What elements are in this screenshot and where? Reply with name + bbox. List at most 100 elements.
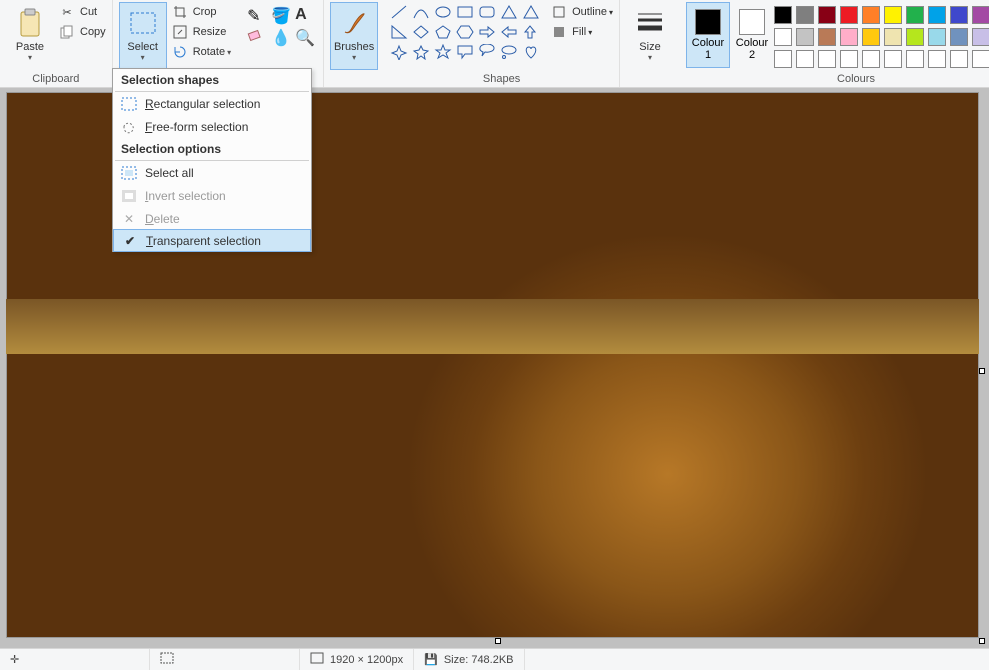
select-dropdown: Selection shapes Rectangular selection F… — [112, 68, 312, 252]
palette-swatch[interactable] — [774, 50, 792, 68]
shape-callout-rect[interactable] — [456, 44, 474, 60]
palette-swatch[interactable] — [774, 6, 792, 24]
shape-hexagon[interactable] — [456, 24, 474, 40]
selection-icon — [127, 7, 159, 39]
crop-button[interactable]: Crop — [171, 2, 231, 22]
shape-oval[interactable] — [434, 4, 452, 20]
colour1-label: Colour 1 — [692, 37, 724, 61]
palette-swatch[interactable] — [796, 6, 814, 24]
bucket-tool[interactable]: 🪣 — [271, 6, 293, 26]
check-icon: ✔ — [120, 232, 140, 250]
picker-tool[interactable]: 💧 — [271, 28, 293, 48]
shape-line[interactable] — [390, 4, 408, 20]
palette-swatch[interactable] — [796, 50, 814, 68]
outline-button[interactable]: Outline ▾ — [550, 2, 613, 22]
fill-button[interactable]: Fill ▾ — [550, 22, 613, 42]
palette-swatch[interactable] — [972, 28, 989, 46]
palette-swatch[interactable] — [884, 50, 902, 68]
shape-curve[interactable] — [412, 4, 430, 20]
brushes-button[interactable]: Brushes ▾ — [330, 2, 378, 70]
palette-swatch[interactable] — [818, 6, 836, 24]
shape-diamond[interactable] — [412, 24, 430, 40]
group-brushes: Brushes ▾ — [324, 0, 384, 87]
group-shapes-label: Shapes — [390, 73, 613, 87]
shape-star4[interactable] — [390, 44, 408, 60]
palette-swatch[interactable] — [862, 28, 880, 46]
crop-icon — [171, 3, 189, 21]
palette-swatch[interactable] — [950, 50, 968, 68]
shape-arrow-r[interactable] — [478, 24, 496, 40]
palette-swatch[interactable] — [774, 28, 792, 46]
menu-transparent-selection[interactable]: ✔ Transparent selection — [113, 229, 311, 252]
chevron-down-icon: ▾ — [588, 28, 592, 37]
menu-rectangular-selection[interactable]: Rectangular selection — [113, 92, 311, 115]
colour2-button[interactable]: Colour 2 — [730, 2, 774, 68]
palette-swatch[interactable] — [862, 50, 880, 68]
shape-triangle[interactable] — [522, 4, 540, 20]
menu-invert-selection: Invert selection — [113, 184, 311, 207]
shape-right-tri[interactable] — [390, 24, 408, 40]
resize-handle-bottom[interactable] — [495, 638, 501, 644]
palette-swatch[interactable] — [840, 6, 858, 24]
text-tool[interactable]: A — [295, 6, 317, 26]
copy-button[interactable]: Copy — [58, 22, 106, 42]
palette-swatch[interactable] — [840, 50, 858, 68]
palette-swatch[interactable] — [972, 6, 989, 24]
size-label: Size — [639, 41, 660, 53]
resize-button[interactable]: Resize — [171, 22, 231, 42]
menu-delete: ✕ Delete — [113, 207, 311, 230]
palette-swatch[interactable] — [950, 6, 968, 24]
palette-swatch[interactable] — [928, 50, 946, 68]
chevron-down-icon: ▾ — [28, 53, 32, 62]
palette-swatch[interactable] — [950, 28, 968, 46]
palette-swatch[interactable] — [818, 28, 836, 46]
size-button[interactable]: Size ▾ — [626, 2, 674, 70]
status-cursor-position: ✛ — [0, 649, 150, 670]
eraser-tool[interactable] — [247, 28, 269, 48]
dimensions-icon — [310, 652, 324, 667]
clipboard-icon — [14, 7, 46, 39]
rotate-button[interactable]: Rotate ▾ — [171, 42, 231, 62]
palette-swatch[interactable] — [862, 6, 880, 24]
shape-callout-cloud[interactable] — [500, 44, 518, 60]
resize-handle-corner[interactable] — [979, 638, 985, 644]
menu-item-label: Free-form selection — [145, 120, 248, 134]
colour-palette[interactable] — [774, 2, 989, 70]
zoom-tool[interactable]: 🔍 — [295, 28, 317, 48]
shape-callout-round[interactable] — [478, 44, 496, 60]
shape-star6[interactable] — [434, 44, 452, 60]
shape-polygon[interactable] — [500, 4, 518, 20]
palette-swatch[interactable] — [928, 28, 946, 46]
shape-arrow-l[interactable] — [500, 24, 518, 40]
resize-handle-right[interactable] — [979, 368, 985, 374]
palette-swatch[interactable] — [884, 28, 902, 46]
rotate-icon — [171, 43, 189, 61]
palette-swatch[interactable] — [840, 28, 858, 46]
palette-swatch[interactable] — [906, 6, 924, 24]
shape-star5[interactable] — [412, 44, 430, 60]
palette-swatch[interactable] — [884, 6, 902, 24]
status-selection-size — [150, 649, 300, 670]
shape-rect[interactable] — [456, 4, 474, 20]
shapes-gallery[interactable] — [390, 2, 542, 62]
palette-swatch[interactable] — [796, 28, 814, 46]
resize-label: Resize — [193, 26, 227, 38]
colour1-button[interactable]: Colour 1 — [686, 2, 730, 68]
palette-swatch[interactable] — [928, 6, 946, 24]
palette-swatch[interactable] — [972, 50, 989, 68]
pencil-tool[interactable]: ✎ — [247, 6, 269, 26]
palette-swatch[interactable] — [818, 50, 836, 68]
shape-pentagon[interactable] — [434, 24, 452, 40]
cut-button[interactable]: ✂ Cut — [58, 2, 106, 22]
select-button[interactable]: Select ▾ — [119, 2, 167, 70]
shape-roundrect[interactable] — [478, 4, 496, 20]
shape-heart[interactable] — [522, 44, 540, 60]
paste-button[interactable]: Paste ▾ — [6, 2, 54, 70]
menu-select-all[interactable]: Select all — [113, 161, 311, 184]
palette-swatch[interactable] — [906, 28, 924, 46]
shape-arrow-u[interactable] — [522, 24, 540, 40]
resize-icon — [171, 23, 189, 41]
palette-swatch[interactable] — [906, 50, 924, 68]
group-colours: Colour 1 Colour 2 🎨 E col Colours — [680, 0, 989, 87]
menu-freeform-selection[interactable]: Free-form selection — [113, 115, 311, 138]
